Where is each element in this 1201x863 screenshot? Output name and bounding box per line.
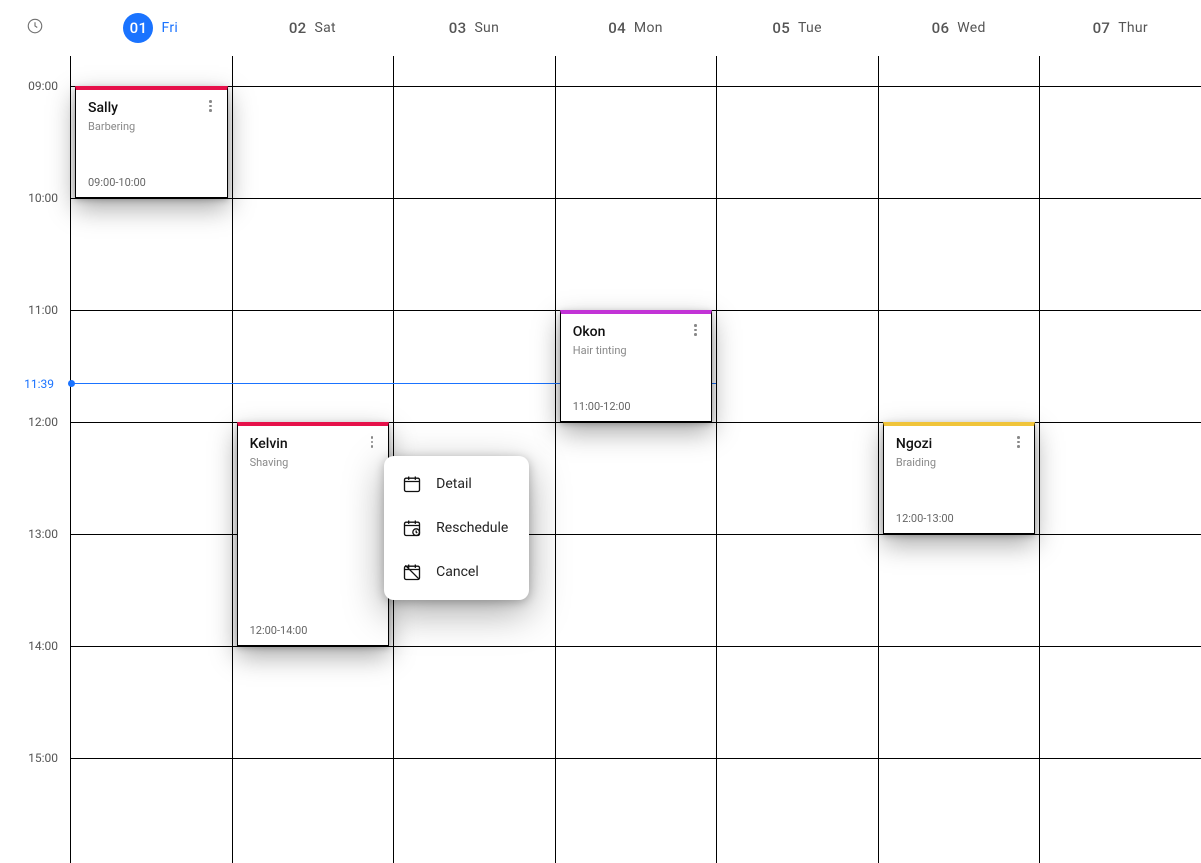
day-header-row: 01 Fri 02 Sat 03 Sun 04 Mon 05 Tue 06 Wed 07 Thur [0,0,1201,56]
day-number: 05 [772,19,790,37]
day-header-cell[interactable]: 03 Sun [393,19,555,37]
day-header-cell[interactable]: 07 Thur [1039,19,1201,37]
event-time: 12:00-13:00 [896,512,1023,525]
day-column[interactable]: Sally Barbering 09:00-10:00 [70,56,232,863]
day-column[interactable]: KelvinShaving12:00-14:00DetailReschedule… [232,56,394,863]
calendar-grid: 09:00 10:00 11:00 12:00 13:00 14:00 15:00 Sall… [0,56,1201,863]
day-column[interactable] [716,56,878,863]
calendar-cancel-icon [402,562,422,582]
time-label: 11:00 [28,303,58,317]
day-columns: Sally Barbering 09:00-10:00 Kelvin Shaving 12… [70,56,1201,863]
event-title: Kelvin [250,436,377,452]
day-column[interactable]: Ngozi Braiding 12:00-13:00 [878,56,1040,863]
day-name: Fri [161,20,178,36]
day-name: Wed [957,20,985,36]
event-card[interactable]: Sally Barbering 09:00-10:00 [75,86,228,198]
event-time: 09:00-10:00 [88,176,215,189]
day-column[interactable]: Okon Hair tinting 11:00-12:00 [555,56,717,863]
time-label: 12:00 [28,415,58,429]
day-name: Sat [314,20,335,36]
day-name: Mon [634,20,663,36]
event-subtitle: Barbering [88,120,215,133]
menu-item-reschedule[interactable]: Reschedule [384,506,529,550]
event-subtitle: Braiding [896,456,1023,469]
menu-item-cancel[interactable]: Cancel [384,550,529,594]
day-number: 07 [1093,19,1111,37]
clock-icon [26,17,44,39]
event-time: 11:00-12:00 [573,400,700,413]
day-column[interactable] [1039,56,1201,863]
day-name: Sun [474,20,499,36]
day-number: 02 [289,19,307,37]
calendar-icon [402,474,422,494]
day-header-cell[interactable]: 01 Fri [70,13,232,43]
calendar-clock-icon [402,518,422,538]
menu-item-detail[interactable]: Detail [384,462,529,506]
day-header-cell[interactable]: 04 Mon [555,19,717,37]
menu-item-label: Cancel [436,564,479,580]
time-column-header [0,17,70,39]
event-card[interactable]: Kelvin Shaving 12:00-14:00 [237,422,390,646]
day-number: 06 [932,19,950,37]
day-header-cell[interactable]: 02 Sat [232,19,394,37]
time-label: 09:00 [28,79,58,93]
event-title: Sally [88,100,215,116]
day-header-cell[interactable]: 06 Wed [878,19,1040,37]
event-subtitle: Shaving [250,456,377,469]
event-subtitle: Hair tinting [573,344,700,357]
time-label: 13:00 [28,527,58,541]
menu-item-label: Reschedule [436,520,508,536]
event-title: Ngozi [896,436,1023,452]
time-label: 14:00 [28,639,58,653]
day-header-cell[interactable]: 05 Tue [716,19,878,37]
menu-item-label: Detail [436,476,472,492]
calendar: 01 Fri 02 Sat 03 Sun 04 Mon 05 Tue 06 Wed 07 Thur 09:… [0,0,1201,863]
event-time: 12:00-14:00 [250,624,377,637]
event-title: Okon [573,324,700,340]
time-label: 15:00 [28,751,58,765]
day-name: Tue [798,20,822,36]
day-number: 03 [449,19,467,37]
day-name: Thur [1118,20,1148,36]
event-card[interactable]: Ngozi Braiding 12:00-13:00 [883,422,1036,534]
more-icon[interactable] [203,98,219,114]
time-labels: 09:00 10:00 11:00 12:00 13:00 14:00 15:00 [0,56,70,863]
time-label: 10:00 [28,191,58,205]
more-icon[interactable] [687,322,703,338]
more-icon[interactable] [1010,434,1026,450]
day-number: 04 [608,19,626,37]
now-indicator-label: 11:39 [24,377,54,391]
event-context-menu: Detail Reschedule Cancel [384,456,529,600]
more-icon[interactable] [364,434,380,450]
day-number: 01 [130,19,148,37]
event-card[interactable]: Okon Hair tinting 11:00-12:00 [560,310,713,422]
